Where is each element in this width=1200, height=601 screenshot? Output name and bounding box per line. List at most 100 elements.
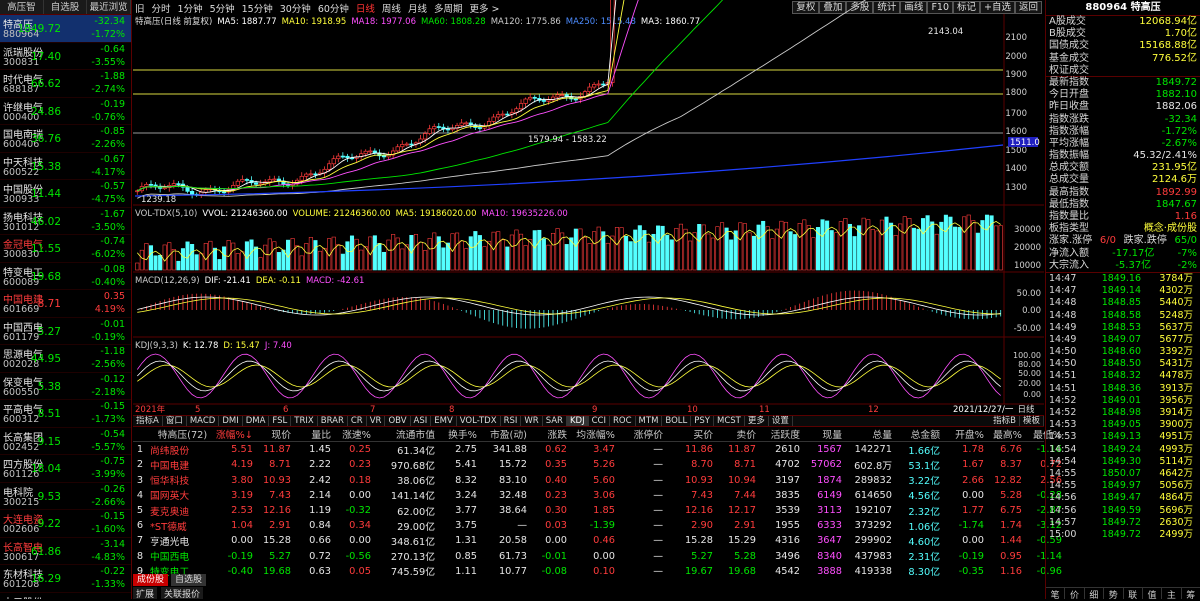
quote-footer-tab[interactable]: 价 <box>1065 588 1085 601</box>
indicator-tab[interactable]: OBV <box>385 416 411 426</box>
table-row[interactable]: 9 特变电工 -0.40 19.68 0.63 0.05 745.59亿 1.11 10.77-… <box>133 564 1062 579</box>
watchlist-item[interactable]: 特高压 880964 1849.72 -32.34 -1.72% <box>0 15 131 43</box>
column-header[interactable]: 涨速% <box>331 427 371 441</box>
indicator-tab[interactable]: ASI <box>411 416 432 426</box>
watchlist-item[interactable]: 中元股份 <box>0 593 131 600</box>
indicator-tab[interactable]: 指标A <box>133 416 163 426</box>
indicator-tab[interactable]: VOL-TDX <box>457 416 501 426</box>
watchlist-item[interactable]: 平高电气 600312 8.51 -0.15 -1.73% <box>0 400 131 428</box>
stock-pct: -4.75% <box>91 194 125 205</box>
watchlist-item[interactable]: 许继电气 000400 24.86 -0.19 -0.76% <box>0 98 131 125</box>
indicator-tab[interactable]: MACD <box>187 416 220 426</box>
indicator-tab[interactable]: DMI <box>219 416 243 426</box>
column-header[interactable]: 卖价 <box>713 427 756 441</box>
indicator-tab[interactable]: MCST <box>714 416 745 426</box>
indicator-tab-right[interactable]: 指标B <box>990 416 1020 426</box>
indicator-tab[interactable]: VR <box>367 416 386 426</box>
table-row[interactable]: 4 国网英大 3.19 7.43 2.14 0.00 141.14亿 3.24 32.48 0.2… <box>133 488 1062 503</box>
watchlist-item[interactable]: 中国股份 300933 11.44 -0.57 -4.75% <box>0 180 131 208</box>
column-header[interactable]: 开盘% <box>940 427 984 441</box>
quote-footer-tab[interactable]: 主 <box>1162 588 1182 601</box>
column-header[interactable]: 均涨幅% <box>567 427 615 441</box>
indicator-tab[interactable]: SAR <box>543 416 567 426</box>
table-cell: 0.40 <box>545 474 567 486</box>
watchlist-item[interactable]: 中天科技 600522 15.38 -0.67 -4.17% <box>0 153 131 180</box>
column-header[interactable]: 现量 <box>800 427 842 441</box>
table-row[interactable]: 5 麦克奥迪 2.53 12.16 1.19 -0.32 62.00亿 3.77 38.64 0.… <box>133 503 1062 518</box>
indicator-tab[interactable]: DMA <box>243 416 270 426</box>
watchlist-item[interactable]: 国电南瑞 600406 36.76 -0.85 -2.26% <box>0 125 131 153</box>
bottom-bar-item[interactable]: 扩展 <box>133 587 158 600</box>
column-header[interactable]: 现价 <box>253 427 291 441</box>
table-row[interactable]: 1 尚纬股份 5.51 11.87 1.45 0.25 61.34亿 2.75 341.88 0.… <box>133 442 1062 457</box>
table-row[interactable]: 3 恒华科技 3.80 10.93 2.42 0.18 38.06亿 8.32 83.10 0.4… <box>133 473 1062 488</box>
indicator-tab[interactable]: RSI <box>501 416 522 426</box>
watchlist-tab[interactable]: 高压智能.. <box>0 0 44 28</box>
bottom-bar-item[interactable]: 关联报价 <box>161 587 204 600</box>
indicator-tab[interactable]: 更多 <box>745 416 769 426</box>
indicator-tab[interactable]: CR <box>348 416 367 426</box>
column-header[interactable]: 换手% <box>435 427 477 441</box>
indicator-tab[interactable]: FSL <box>269 416 292 426</box>
watchlist-tab[interactable]: 自选股 <box>44 0 88 14</box>
indicator-tab[interactable]: ROC <box>610 416 636 426</box>
bottom-tab[interactable]: 成份股 <box>133 574 169 586</box>
watchlist-item[interactable]: 中国西电 601179 5.27 -0.01 -0.19% <box>0 318 131 345</box>
stock-change: -1.18 <box>100 346 125 357</box>
indicator-tab[interactable]: 窗口 <box>163 416 187 426</box>
indicator-tab[interactable]: PSY <box>691 416 714 426</box>
column-header[interactable]: 流通市值 <box>371 427 435 441</box>
watchlist-tab[interactable]: 最近浏览 <box>87 0 131 14</box>
quote-footer-tab[interactable]: 细 <box>1085 588 1105 601</box>
watchlist-item[interactable]: 特变电工 600089 19.68 -0.08 -0.40% <box>0 263 131 290</box>
column-header[interactable]: 活跃度 <box>756 427 800 441</box>
column-header[interactable]: 最高% <box>984 427 1022 441</box>
indicator-tab[interactable]: BRAR <box>318 416 348 426</box>
indicator-tab[interactable]: MTM <box>636 416 663 426</box>
table-row[interactable]: 6 *ST德威 1.04 2.91 0.84 0.34 29.00亿 3.75 — 0.03 -1.… <box>133 518 1062 533</box>
column-header[interactable]: 涨跌 <box>527 427 567 441</box>
indicator-tab[interactable]: CCI <box>589 416 610 426</box>
column-header[interactable]: 涨停价 <box>615 427 663 441</box>
watchlist-item[interactable]: 扬电科技 301012 46.02 -1.67 -3.50% <box>0 208 131 235</box>
column-header[interactable]: 涨幅%↓ <box>215 427 253 441</box>
quote-footer-tab[interactable]: 势 <box>1104 588 1124 601</box>
bottom-tab[interactable]: 自选股 <box>171 574 207 586</box>
indicator-tab[interactable]: KDJ <box>566 416 589 426</box>
indicator-tab[interactable]: WR <box>521 416 543 426</box>
volume-bar <box>751 235 757 271</box>
candle-body <box>368 150 373 153</box>
column-header[interactable]: 市盈(动) <box>477 427 527 441</box>
column-header[interactable]: 量比 <box>291 427 331 441</box>
watchlist-item[interactable]: 东材科技 601208 16.29 -0.22 -1.33% <box>0 565 131 593</box>
quote-footer-tab[interactable]: 笔 <box>1046 588 1066 601</box>
table-row[interactable]: 7 亨通光电 0.00 15.28 0.66 0.00 348.61亿 1.31 20.58 0.… <box>133 533 1062 548</box>
column-header[interactable]: 总金额 <box>892 427 940 441</box>
down-value: 65/0 <box>1174 235 1197 247</box>
watchlist-item[interactable]: 派瑞股份 300831 17.40 -0.64 -3.55% <box>0 43 131 70</box>
indicator-tab[interactable]: EMV <box>431 416 457 426</box>
watchlist-item[interactable]: 电科院 300215 9.53 -0.26 -2.66% <box>0 483 131 510</box>
watchlist-item[interactable]: 思源电气 002028 44.95 -1.18 -2.56% <box>0 345 131 373</box>
column-header[interactable]: 总量 <box>842 427 892 441</box>
table-row[interactable]: 8 中国西电 -0.19 5.27 0.72 -0.56 270.13亿 0.85 61.73 -… <box>133 549 1062 564</box>
watchlist-item[interactable]: 中国电建 601669 8.71 0.35 4.19% <box>0 290 131 318</box>
column-header[interactable]: 买价 <box>663 427 713 441</box>
watchlist-item[interactable]: 保变电气 600550 5.38 -0.12 -2.18% <box>0 373 131 400</box>
indicator-tab[interactable]: 设置 <box>769 416 793 426</box>
quote-footer-tab[interactable]: 筹 <box>1182 588 1200 601</box>
indicator-tab[interactable]: TRIX <box>291 416 318 426</box>
watchlist-item[interactable]: 大连电瓷 002606 9.22 -0.15 -1.60% <box>0 510 131 538</box>
watchlist-item[interactable]: 时代电气 688187 66.62 -1.88 -2.74% <box>0 70 131 98</box>
indicator-tab-right[interactable]: 模板 <box>1020 416 1044 426</box>
quote-footer-tab[interactable]: 联 <box>1124 588 1143 601</box>
watchlist-item[interactable]: 金冠电气 300830 11.55 -0.74 -6.02% <box>0 235 131 263</box>
watchlist-item[interactable]: 长高集团 002452 9.15 -0.54 -5.57% <box>0 428 131 455</box>
quote-footer-tab[interactable]: 值 <box>1143 588 1163 601</box>
table-row[interactable]: 2 中国电建 4.19 8.71 2.22 0.23 970.68亿 5.41 15.72 0.3… <box>133 457 1062 472</box>
column-header[interactable]: 特高压(72) <box>147 427 215 441</box>
watchlist-item[interactable]: 四方股份 601126 18.04 -0.75 -3.99% <box>0 455 131 483</box>
kline-chart[interactable]: 2100200019001800170016001500140013002143… <box>133 0 1044 415</box>
watchlist-item[interactable]: 长高智电 300617 61.86 -3.14 -4.83% <box>0 538 131 565</box>
indicator-tab[interactable]: BOLL <box>662 416 692 426</box>
